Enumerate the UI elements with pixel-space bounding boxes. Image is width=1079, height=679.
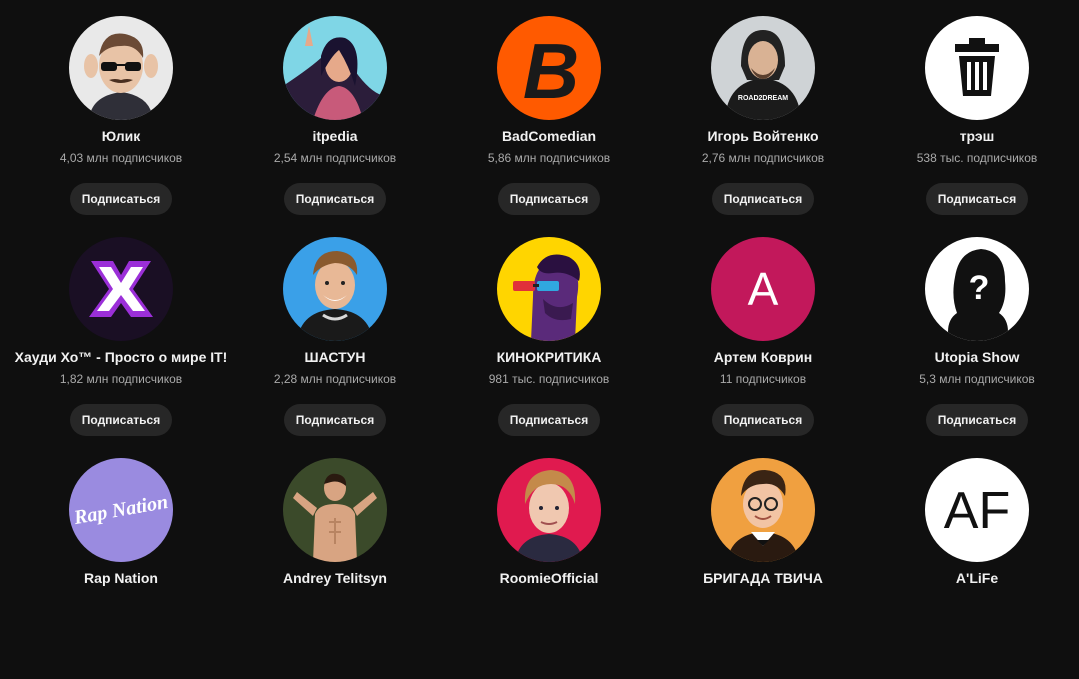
channel-name[interactable]: A'LiFe xyxy=(956,569,998,587)
subscriber-count: 11 подписчиков xyxy=(719,372,807,386)
channel-name[interactable]: КИНОКРИТИКА xyxy=(497,348,602,366)
channel-name[interactable]: Utopia Show xyxy=(935,348,1020,366)
trash-can-logo[interactable] xyxy=(925,16,1029,120)
channel-card: трэш 538 тыс. подписчиков Подписаться xyxy=(870,16,1079,237)
channel-name[interactable]: RoomieOfficial xyxy=(500,569,599,587)
channel-card: itpedia 2,54 млн подписчиков Подписаться xyxy=(228,16,442,237)
question-silhouette-logo[interactable]: ? xyxy=(925,237,1029,341)
channel-card: A Артем Коврин 11 подписчиков Подписатьс… xyxy=(656,237,870,458)
letter-a-avatar[interactable]: A xyxy=(711,237,815,341)
channel-name[interactable]: ШАСТУН xyxy=(305,348,366,366)
subscribe-button[interactable]: Подписаться xyxy=(69,404,173,436)
man-sunglasses-avatar[interactable] xyxy=(69,16,173,120)
man-smiling-avatar[interactable] xyxy=(283,237,387,341)
question-mark: ? xyxy=(969,269,990,307)
x-logo[interactable] xyxy=(69,237,173,341)
subscriber-count: 4,03 млн подписчиков xyxy=(59,151,183,165)
hoodie-text: ROAD2DREAM xyxy=(738,95,788,102)
letter-b-logo[interactable]: B xyxy=(497,16,601,120)
channel-name[interactable]: BadComedian xyxy=(502,127,596,145)
man-3d-glasses-logo[interactable] xyxy=(497,237,601,341)
channel-card: ШАСТУН 2,28 млн подписчиков Подписаться xyxy=(228,237,442,458)
subscribe-button[interactable]: Подписаться xyxy=(925,404,1029,436)
subscriber-count: 981 тыс. подписчиков xyxy=(488,372,610,386)
woman-illustration-avatar[interactable] xyxy=(283,16,387,120)
channel-name[interactable]: itpedia xyxy=(312,127,357,145)
channel-name[interactable]: Юлик xyxy=(102,127,141,145)
channel-card: ROAD2DREAM Игорь Войтенко 2,76 млн подпи… xyxy=(656,16,870,237)
channel-grid: Юлик 4,03 млн подписчиков Подписаться it… xyxy=(14,16,1079,679)
subscriber-count: 538 тыс. подписчиков xyxy=(916,151,1038,165)
af-logo[interactable]: AF xyxy=(925,458,1029,562)
subscriber-count: 2,28 млн подписчиков xyxy=(273,372,397,386)
channel-name[interactable]: Rap Nation xyxy=(84,569,158,587)
channel-name[interactable]: Игорь Войтенко xyxy=(707,127,818,145)
subscribe-button[interactable]: Подписаться xyxy=(69,183,173,215)
subscribe-button[interactable]: Подписаться xyxy=(497,404,601,436)
channel-name[interactable]: Артем Коврин xyxy=(714,348,813,366)
subscriber-count: 2,54 млн подписчиков xyxy=(273,151,397,165)
channel-card: КИНОКРИТИКА 981 тыс. подписчиков Подписа… xyxy=(442,237,656,458)
channel-card: Rap Nation Rap Nation xyxy=(14,458,228,679)
subscriber-count: 5,3 млн подписчиков xyxy=(919,372,1035,386)
channel-name[interactable]: трэш xyxy=(960,127,995,145)
channel-card: ? Utopia Show 5,3 млн подписчиков Подпис… xyxy=(870,237,1079,458)
subscribe-button[interactable]: Подписаться xyxy=(497,183,601,215)
channel-card: Юлик 4,03 млн подписчиков Подписаться xyxy=(14,16,228,237)
logo-letter: B xyxy=(523,27,579,115)
subscribe-button[interactable]: Подписаться xyxy=(711,404,815,436)
channel-card: B BadComedian 5,86 млн подписчиков Подпи… xyxy=(442,16,656,237)
channel-card: RoomieOfficial xyxy=(442,458,656,679)
subscribe-button[interactable]: Подписаться xyxy=(925,183,1029,215)
subscriber-count: 2,76 млн подписчиков xyxy=(701,151,825,165)
avatar-letter: A xyxy=(748,263,779,315)
channel-card: Andrey Telitsyn xyxy=(228,458,442,679)
rap-nation-logo[interactable]: Rap Nation xyxy=(69,458,173,562)
channel-name[interactable]: БРИГАДА ТВИЧА xyxy=(703,569,823,587)
channel-card: Хауди Хо™ - Просто о мире IT! 1,82 млн п… xyxy=(14,237,228,458)
subscribe-button[interactable]: Подписаться xyxy=(283,404,387,436)
man-portrait-avatar[interactable] xyxy=(497,458,601,562)
channel-name[interactable]: Andrey Telitsyn xyxy=(283,569,387,587)
cartoon-man-avatar[interactable] xyxy=(711,458,815,562)
subscriber-count: 1,82 млн подписчиков xyxy=(59,372,183,386)
man-hoodie-avatar[interactable]: ROAD2DREAM xyxy=(711,16,815,120)
subscriber-count: 5,86 млн подписчиков xyxy=(487,151,611,165)
subscribe-button[interactable]: Подписаться xyxy=(711,183,815,215)
shirtless-man-avatar[interactable] xyxy=(283,458,387,562)
channel-name[interactable]: Хауди Хо™ - Просто о мире IT! xyxy=(15,348,228,366)
channel-card: AF A'LiFe xyxy=(870,458,1079,679)
channel-card: БРИГАДА ТВИЧА xyxy=(656,458,870,679)
subscribe-button[interactable]: Подписаться xyxy=(283,183,387,215)
logo-text: AF xyxy=(944,482,1010,540)
